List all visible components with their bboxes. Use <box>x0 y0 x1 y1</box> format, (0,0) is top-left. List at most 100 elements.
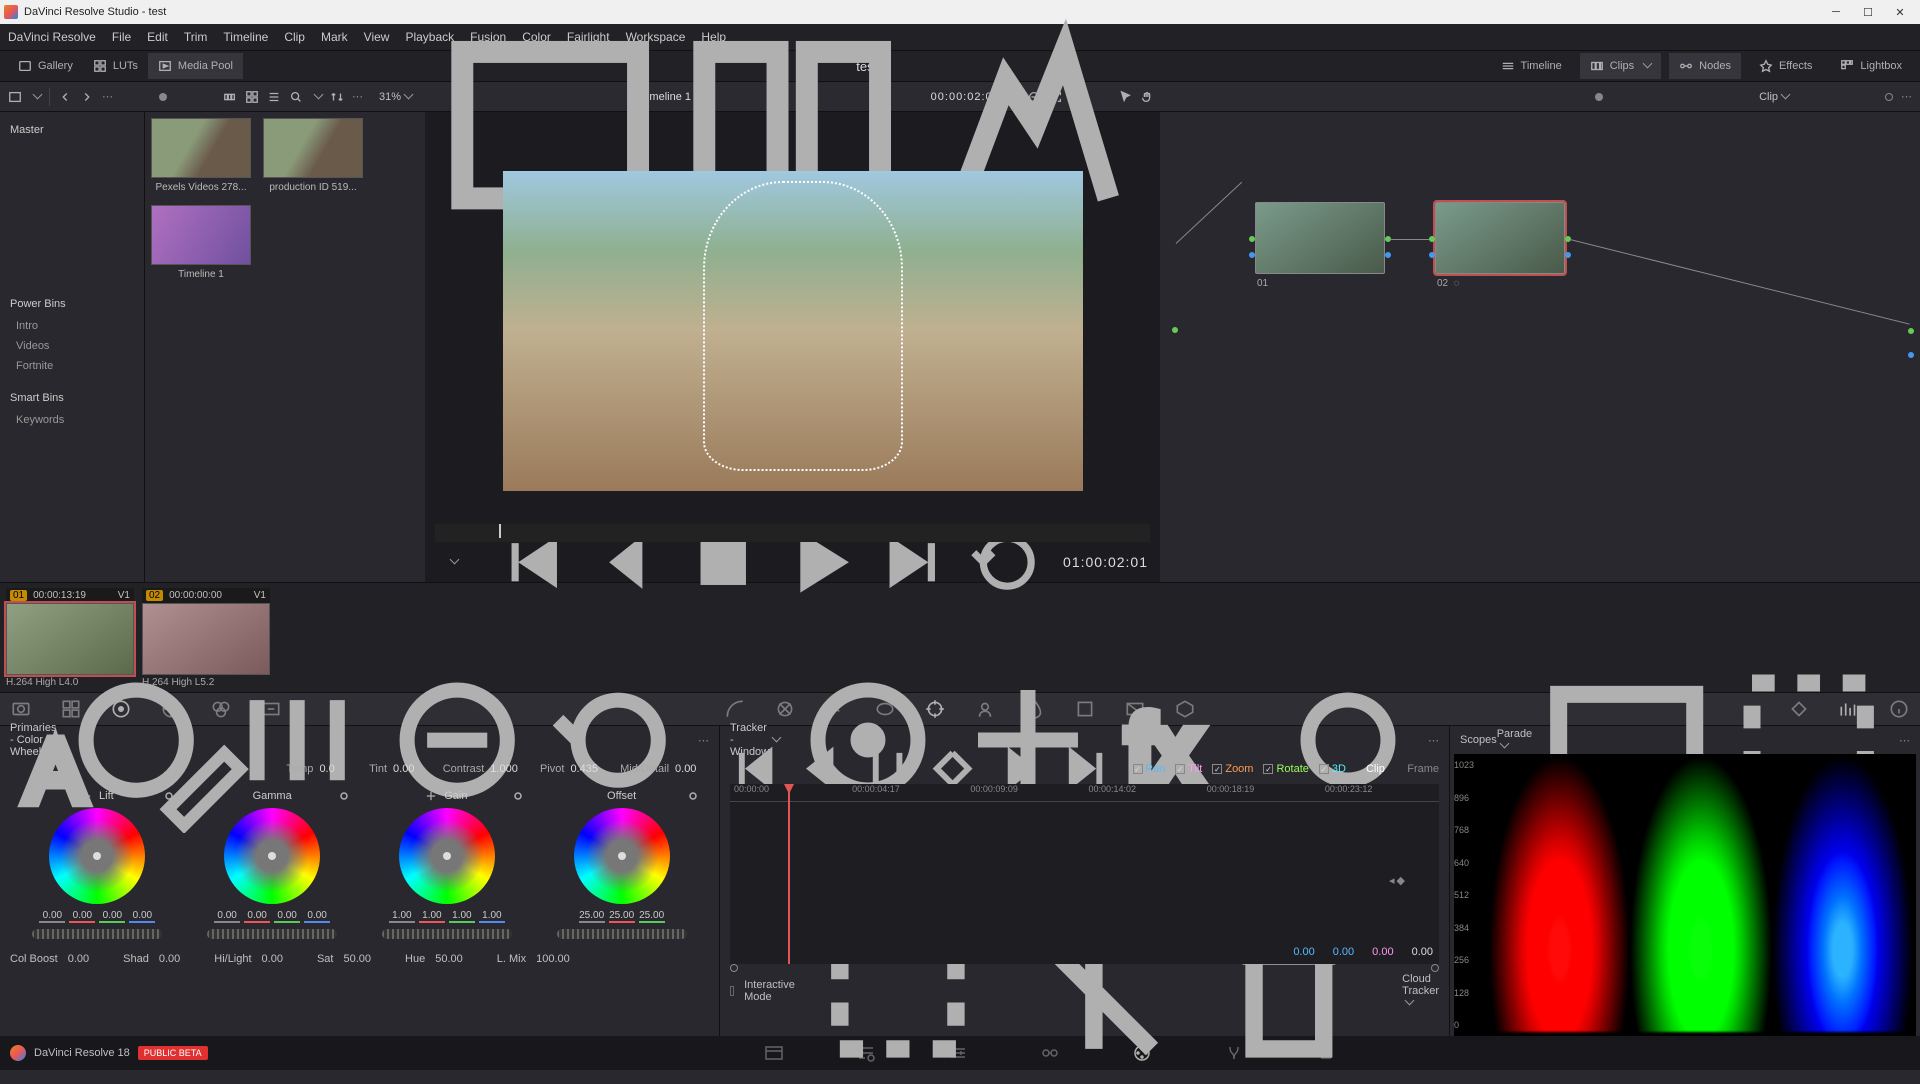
tracker-graph[interactable]: 00:00:00 00:00:04:17 00:00:09:09 00:00:1… <box>730 784 1439 964</box>
graph-alpha-pin[interactable] <box>1908 352 1914 358</box>
page-fusion-icon[interactable] <box>1039 1042 1061 1064</box>
palette-magic-mask-icon[interactable] <box>974 698 996 720</box>
palette-curves-icon[interactable] <box>724 698 746 720</box>
more-options[interactable]: ⋯ <box>352 90 363 103</box>
tab-gallery[interactable]: Gallery <box>8 53 83 79</box>
color-wheel[interactable] <box>49 808 145 904</box>
menu-view[interactable]: View <box>364 30 390 44</box>
wheel-val[interactable]: 25.00 <box>639 910 665 923</box>
graph-output-pin[interactable] <box>1908 328 1914 334</box>
palette-hdr-icon[interactable] <box>160 698 182 720</box>
jog-wheel[interactable] <box>207 929 337 939</box>
track-pan-toggle[interactable]: Pan <box>1133 763 1166 775</box>
wheel-val[interactable]: 1.00 <box>479 910 505 923</box>
bin-videos[interactable]: Videos <box>6 336 138 356</box>
menu-trim[interactable]: Trim <box>184 30 208 44</box>
adjust-value[interactable]: 0.00 <box>68 953 89 965</box>
crosshair-icon[interactable] <box>426 791 436 801</box>
maximize-button[interactable]: ☐ <box>1852 0 1884 24</box>
adjust-value[interactable]: 0.0 <box>319 763 353 775</box>
palette-key-icon[interactable] <box>1074 698 1096 720</box>
master-bin[interactable]: Master <box>6 118 138 142</box>
view-thumb-strip-icon[interactable] <box>223 90 237 104</box>
graph-input-pin[interactable] <box>1172 327 1178 333</box>
media-clip[interactable]: Pexels Videos 278... <box>151 118 251 193</box>
jog-wheel[interactable] <box>557 929 687 939</box>
page-cut-icon[interactable] <box>855 1042 877 1064</box>
menu-resolve[interactable]: DaVinci Resolve <box>8 30 96 44</box>
track-zoom-toggle[interactable]: Zoom <box>1212 763 1253 775</box>
adjust-value[interactable]: 1.000 <box>490 763 524 775</box>
reset-icon[interactable] <box>163 790 175 802</box>
stills-dropdown[interactable] <box>30 91 41 103</box>
tracker-engine-selector[interactable]: Cloud Tracker <box>1402 973 1439 1009</box>
stills-icon[interactable] <box>8 90 22 104</box>
palette-sizing-icon[interactable] <box>1124 698 1146 720</box>
wheel-val[interactable]: 0.00 <box>39 910 65 923</box>
menu-clip[interactable]: Clip <box>284 30 305 44</box>
palette-warper-icon[interactable] <box>774 698 796 720</box>
tab-mediapool[interactable]: Media Pool <box>148 53 243 79</box>
wheel-val[interactable]: 25.00 <box>609 910 635 923</box>
wheel-val[interactable]: 1.00 <box>449 910 475 923</box>
nav-prev-icon[interactable] <box>58 90 72 104</box>
node-mode-selector[interactable]: Clip <box>1759 91 1789 103</box>
viewer-stage[interactable] <box>425 138 1160 524</box>
color-wheel[interactable] <box>574 808 670 904</box>
adjust-value[interactable]: 0.00 <box>159 953 180 965</box>
tab-lightbox[interactable]: Lightbox <box>1830 53 1912 79</box>
palette-info-icon[interactable] <box>1888 698 1910 720</box>
wheel-val[interactable]: 0.00 <box>69 910 95 923</box>
track-rotate-toggle[interactable]: Rotate <box>1263 763 1308 775</box>
jog-wheel[interactable] <box>382 929 512 939</box>
adjust-value[interactable]: 0.00 <box>675 763 709 775</box>
node-02[interactable]: 02 ◌ <box>1435 202 1565 289</box>
adjust-value[interactable]: 100.00 <box>536 953 570 965</box>
scopes-more[interactable]: ⋯ <box>1899 734 1910 747</box>
media-clip[interactable]: Timeline 1 <box>151 205 251 280</box>
tracker-playhead[interactable] <box>788 784 790 964</box>
page-fairlight-icon[interactable] <box>1223 1042 1245 1064</box>
tracker-more[interactable]: ⋯ <box>1428 734 1439 747</box>
palette-blur-icon[interactable] <box>1024 698 1046 720</box>
page-edit-icon[interactable] <box>947 1042 969 1064</box>
menu-mark[interactable]: Mark <box>321 30 348 44</box>
wheel-val[interactable]: 0.00 <box>214 910 240 923</box>
wheel-val[interactable]: 0.00 <box>129 910 155 923</box>
palette-motion-icon[interactable] <box>260 698 282 720</box>
wheel-val[interactable]: 1.00 <box>419 910 445 923</box>
palette-rgb-mixer-icon[interactable] <box>210 698 232 720</box>
tracker-mode-clip[interactable]: Clip <box>1366 763 1385 775</box>
powerbins-header[interactable]: Power Bins <box>6 292 138 316</box>
wheel-val[interactable]: 1.00 <box>389 910 415 923</box>
reset-icon[interactable] <box>512 790 524 802</box>
tab-timeline[interactable]: Timeline <box>1491 53 1572 79</box>
palette-qualifier-icon[interactable] <box>824 698 846 720</box>
color-wheel[interactable] <box>399 808 495 904</box>
crosshair-icon[interactable] <box>81 791 91 801</box>
wheel-val[interactable]: 0.00 <box>99 910 125 923</box>
palette-color-match-icon[interactable] <box>60 698 82 720</box>
adjust-value[interactable]: 50.00 <box>435 953 463 965</box>
reset-icon[interactable] <box>687 790 699 802</box>
tab-luts[interactable]: LUTs <box>83 53 148 79</box>
smartbin-keywords[interactable]: Keywords <box>6 410 138 430</box>
reset-icon[interactable] <box>338 790 350 802</box>
wheel-val[interactable]: 25.00 <box>579 910 605 923</box>
node-01[interactable]: 01 <box>1255 202 1385 289</box>
palette-camera-raw-icon[interactable] <box>10 698 32 720</box>
node-more[interactable]: ⋯ <box>1901 90 1912 103</box>
menu-edit[interactable]: Edit <box>147 30 168 44</box>
scopes-mode-selector[interactable]: Parade <box>1497 728 1532 752</box>
adjust-value[interactable]: 0.00 <box>262 953 283 965</box>
page-media-icon[interactable] <box>763 1042 785 1064</box>
palette-3d-icon[interactable] <box>1174 698 1196 720</box>
sort-icon[interactable] <box>330 90 344 104</box>
interactive-mode-label[interactable]: Interactive Mode <box>744 979 795 1003</box>
node-graph[interactable]: 01 02 ◌ <box>1160 112 1920 552</box>
wheel-val[interactable]: 0.00 <box>304 910 330 923</box>
viewer-scrubber[interactable] <box>435 524 1150 542</box>
menu-timeline[interactable]: Timeline <box>223 30 268 44</box>
minimize-button[interactable]: ─ <box>1820 0 1852 24</box>
search-dropdown[interactable] <box>311 91 322 103</box>
